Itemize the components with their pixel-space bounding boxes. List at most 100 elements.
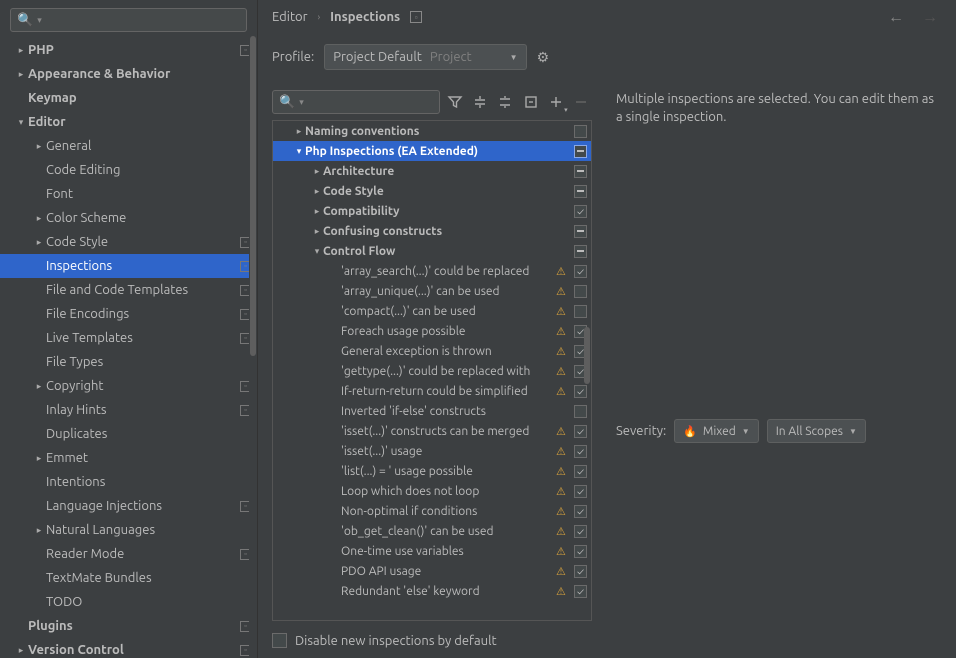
inspection-checkbox[interactable]	[574, 585, 587, 598]
sidebar-scrollbar[interactable]	[249, 36, 257, 658]
inspection-checkbox[interactable]	[574, 405, 587, 418]
inspection-checkbox[interactable]	[574, 565, 587, 578]
gear-icon[interactable]: ⚙	[537, 49, 550, 66]
collapse-all-icon[interactable]	[495, 91, 516, 113]
inspection-row[interactable]: 'array_search(...)' could be replaced⚠	[273, 261, 591, 281]
inspection-row[interactable]: ▸Confusing constructs	[273, 221, 591, 241]
inspection-row[interactable]: If-return-return could be simplified⚠	[273, 381, 591, 401]
inspection-label: 'ob_get_clean()' can be used	[341, 525, 556, 538]
inspection-checkbox[interactable]	[574, 545, 587, 558]
inspection-row[interactable]: Non-optimal if conditions⚠	[273, 501, 591, 521]
sidebar-search[interactable]: 🔍 ▾	[10, 8, 247, 32]
reset-icon[interactable]	[520, 91, 541, 113]
scope-select[interactable]: In All Scopes ▼	[767, 419, 866, 443]
inspection-row[interactable]: ▸Architecture	[273, 161, 591, 181]
inspection-row[interactable]: ▸Naming conventions	[273, 121, 591, 141]
inspection-checkbox[interactable]	[574, 165, 587, 178]
inspection-row[interactable]: Redundant 'else' keyword⚠	[273, 581, 591, 601]
sidebar-item-editor[interactable]: ▾Editor	[0, 110, 257, 134]
chevron-right-icon: ▸	[311, 186, 323, 197]
sidebar-item-color-scheme[interactable]: ▸Color Scheme	[0, 206, 257, 230]
inspection-search[interactable]: 🔍 ▾	[272, 90, 440, 114]
inspection-checkbox[interactable]	[574, 285, 587, 298]
inspection-checkbox[interactable]	[574, 465, 587, 478]
inspection-row[interactable]: Foreach usage possible⚠	[273, 321, 591, 341]
sidebar-item-code-editing[interactable]: Code Editing	[0, 158, 257, 182]
inspection-checkbox[interactable]	[574, 245, 587, 258]
inspection-row[interactable]: 'array_unique(...)' can be used⚠	[273, 281, 591, 301]
inspection-checkbox[interactable]	[574, 525, 587, 538]
inspection-row[interactable]: 'isset(...)' constructs can be merged⚠	[273, 421, 591, 441]
inspection-row[interactable]: General exception is thrown⚠	[273, 341, 591, 361]
inspection-row[interactable]: 'isset(...)' usage⚠	[273, 441, 591, 461]
inspection-checkbox[interactable]	[574, 125, 587, 138]
severity-select[interactable]: 🔥 Mixed ▼	[674, 419, 759, 443]
inspection-label: Confusing constructs	[323, 225, 556, 238]
sidebar-item-keymap[interactable]: Keymap	[0, 86, 257, 110]
sidebar-item-copyright[interactable]: ▸Copyright▫	[0, 374, 257, 398]
sidebar-item-font[interactable]: Font	[0, 182, 257, 206]
inspection-checkbox[interactable]	[574, 265, 587, 278]
sidebar-item-duplicates[interactable]: Duplicates	[0, 422, 257, 446]
inspection-checkbox[interactable]	[574, 185, 587, 198]
inspection-row[interactable]: ▸Compatibility	[273, 201, 591, 221]
sidebar-item-natural-languages[interactable]: ▸Natural Languages	[0, 518, 257, 542]
sidebar-item-inlay-hints[interactable]: Inlay Hints▫	[0, 398, 257, 422]
inspection-row[interactable]: 'list(...) = ' usage possible⚠	[273, 461, 591, 481]
sidebar-item-intentions[interactable]: Intentions	[0, 470, 257, 494]
sidebar-item-plugins[interactable]: Plugins▫	[0, 614, 257, 638]
chevron-right-icon: ▸	[311, 166, 323, 177]
inspection-row[interactable]: ▸Code Style	[273, 181, 591, 201]
inspection-panel: 🔍 ▾ ▾ ▸Naming conventions▾Php Inspection…	[272, 90, 592, 621]
sidebar-item-inspections[interactable]: Inspections▫	[0, 254, 257, 278]
inspection-row[interactable]: 'compact(...)' can be used⚠	[273, 301, 591, 321]
inspection-checkbox[interactable]	[574, 445, 587, 458]
sidebar-item-file-and-code-templates[interactable]: File and Code Templates▫	[0, 278, 257, 302]
sidebar-item-code-style[interactable]: ▸Code Style▫	[0, 230, 257, 254]
remove-icon[interactable]	[571, 91, 592, 113]
sidebar-item-reader-mode[interactable]: Reader Mode▫	[0, 542, 257, 566]
inspection-row[interactable]: Loop which does not loop⚠	[273, 481, 591, 501]
inspection-checkbox[interactable]	[574, 205, 587, 218]
inspection-checkbox[interactable]	[574, 425, 587, 438]
expand-all-icon[interactable]	[469, 91, 490, 113]
inspection-row[interactable]: 'gettype(...)' could be replaced with⚠	[273, 361, 591, 381]
sidebar-item-version-control[interactable]: ▸Version Control▫	[0, 638, 257, 658]
nav-back-button[interactable]: ←	[884, 8, 908, 27]
inspection-checkbox[interactable]	[574, 485, 587, 498]
inspection-checkbox[interactable]	[574, 225, 587, 238]
profile-select[interactable]: Project Default Project ▼	[324, 44, 526, 70]
inspection-search-input[interactable]	[304, 95, 433, 109]
inspection-checkbox[interactable]	[574, 505, 587, 518]
add-icon[interactable]: ▾	[545, 91, 566, 113]
inspection-row[interactable]: ▾Php Inspections (EA Extended)	[273, 141, 591, 161]
inspection-row[interactable]: Inverted 'if-else' constructs	[273, 401, 591, 421]
sidebar-item-php[interactable]: ▸PHP▫	[0, 38, 257, 62]
inspection-scroll-thumb[interactable]	[584, 327, 590, 384]
inspection-checkbox[interactable]	[574, 305, 587, 318]
sidebar-item-file-encodings[interactable]: File Encodings▫	[0, 302, 257, 326]
inspection-checkbox[interactable]	[574, 145, 587, 158]
sidebar-item-todo[interactable]: TODO	[0, 590, 257, 614]
sidebar-item-emmet[interactable]: ▸Emmet	[0, 446, 257, 470]
breadcrumb-editor[interactable]: Editor	[272, 10, 308, 24]
inspection-list[interactable]: ▸Naming conventions▾Php Inspections (EA …	[272, 120, 592, 621]
content-row: 🔍 ▾ ▾ ▸Naming conventions▾Php Inspection…	[272, 90, 942, 621]
inspection-row[interactable]: ▾Control Flow	[273, 241, 591, 261]
sidebar-item-appearance-behavior[interactable]: ▸Appearance & Behavior	[0, 62, 257, 86]
sidebar-item-general[interactable]: ▸General	[0, 134, 257, 158]
disable-new-checkbox[interactable]	[272, 633, 287, 648]
sidebar-scroll-thumb[interactable]	[250, 36, 256, 356]
sidebar-item-file-types[interactable]: File Types	[0, 350, 257, 374]
inspection-row[interactable]: 'ob_get_clean()' can be used⚠	[273, 521, 591, 541]
inspection-label: Control Flow	[323, 245, 556, 258]
inspection-row[interactable]: One-time use variables⚠	[273, 541, 591, 561]
settings-tree[interactable]: ▸PHP▫▸Appearance & BehaviorKeymap▾Editor…	[0, 36, 257, 658]
inspection-row[interactable]: PDO API usage⚠	[273, 561, 591, 581]
inspection-checkbox[interactable]	[574, 385, 587, 398]
filter-icon[interactable]	[444, 91, 465, 113]
sidebar-item-language-injections[interactable]: Language Injections▫	[0, 494, 257, 518]
sidebar-item-textmate-bundles[interactable]: TextMate Bundles	[0, 566, 257, 590]
sidebar-item-live-templates[interactable]: Live Templates▫	[0, 326, 257, 350]
sidebar-search-input[interactable]	[42, 13, 240, 27]
